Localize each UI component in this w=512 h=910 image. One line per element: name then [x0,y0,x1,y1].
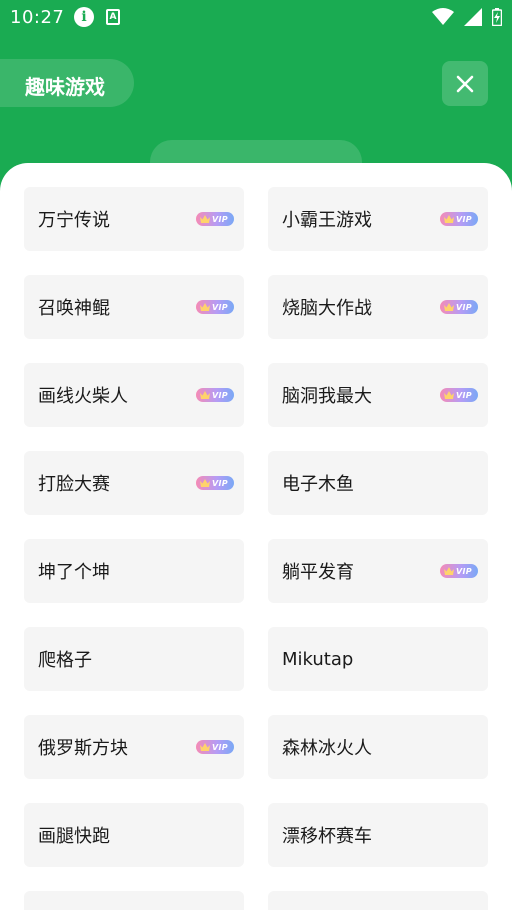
title-pill: 趣味游戏 [0,59,134,107]
game-card[interactable]: 召唤神鲲 VIP [24,275,244,339]
vip-badge-text: VIP [212,302,228,312]
game-card-label: 爬格子 [38,650,92,671]
game-card[interactable]: 电子木鱼 [268,451,488,515]
vip-badge: VIP [196,740,234,754]
vip-badge-text: VIP [456,214,472,224]
crown-icon [200,743,210,751]
game-card[interactable]: 打脸大赛 VIP [24,451,244,515]
vip-badge: VIP [440,300,478,314]
crown-icon [200,391,210,399]
status-right-icons [432,8,502,26]
game-card[interactable] [268,891,488,910]
vip-badge-text: VIP [456,390,472,400]
crown-icon [444,567,454,575]
game-card[interactable]: 爬格子 [24,627,244,691]
status-bar: 10:27 i A [0,0,512,36]
game-card-label: Mikutap [282,648,354,670]
game-list-sheet: 万宁传说 VIP 小霸王游戏 VIP 召唤神鲲 VIP 烧脑大作战 VIP 画线火柴人 VIP 脑洞… [0,163,512,910]
crown-icon [444,391,454,399]
game-card[interactable]: 森林冰火人 [268,715,488,779]
wifi-icon [432,8,454,25]
game-card-label: 森林冰火人 [282,738,372,759]
game-card-label: 电子木鱼 [282,474,354,495]
game-card[interactable]: 画腿快跑 [24,803,244,867]
game-card-label: 画腿快跑 [38,826,110,847]
game-card[interactable]: 画线火柴人 VIP [24,363,244,427]
game-card-label: 漂移杯赛车 [282,826,372,847]
game-card[interactable]: 脑洞我最大 VIP [268,363,488,427]
vip-badge: VIP [440,388,478,402]
game-card-label: 小霸王游戏 [282,210,372,231]
game-card[interactable]: 小霸王游戏 VIP [268,187,488,251]
close-icon [456,75,474,92]
crown-icon [200,303,210,311]
vip-badge: VIP [440,564,478,578]
game-card-label: 坤了个坤 [38,562,110,583]
game-card-label: 脑洞我最大 [282,386,372,407]
a-notification-icon: A [106,9,120,25]
signal-icon [464,8,482,26]
vip-badge-text: VIP [212,742,228,752]
game-card[interactable]: 漂移杯赛车 [268,803,488,867]
crown-icon [200,479,210,487]
vip-badge-text: VIP [456,566,472,576]
game-card-label: 打脸大赛 [38,474,110,495]
game-card-label: 躺平发育 [282,562,354,583]
vip-badge: VIP [196,300,234,314]
vip-badge-text: VIP [212,214,228,224]
game-card[interactable]: 躺平发育 VIP [268,539,488,603]
game-card-label: 俄罗斯方块 [38,738,128,759]
game-card-label: 烧脑大作战 [282,298,372,319]
status-time: 10:27 [10,7,65,28]
page-title: 趣味游戏 [25,75,105,99]
game-card[interactable]: 烧脑大作战 VIP [268,275,488,339]
game-card[interactable]: 万宁传说 VIP [24,187,244,251]
status-left-icons: i A [74,7,120,27]
game-grid: 万宁传说 VIP 小霸王游戏 VIP 召唤神鲲 VIP 烧脑大作战 VIP 画线火柴人 VIP 脑洞… [24,187,488,910]
vip-badge-text: VIP [456,302,472,312]
game-card[interactable] [24,891,244,910]
vip-badge: VIP [196,388,234,402]
game-card[interactable]: Mikutap [268,627,488,691]
game-card[interactable]: 俄罗斯方块 VIP [24,715,244,779]
battery-icon [492,8,502,26]
vip-badge-text: VIP [212,390,228,400]
vip-badge-text: VIP [212,478,228,488]
info-icon: i [74,7,94,27]
vip-badge: VIP [196,212,234,226]
game-card-label: 画线火柴人 [38,386,128,407]
crown-icon [444,215,454,223]
game-card-label: 万宁传说 [38,210,110,231]
vip-badge: VIP [440,212,478,226]
crown-icon [200,215,210,223]
vip-badge: VIP [196,476,234,490]
game-card[interactable]: 坤了个坤 [24,539,244,603]
game-card-label: 召唤神鲲 [38,298,110,319]
crown-icon [444,303,454,311]
close-button[interactable] [442,61,488,106]
